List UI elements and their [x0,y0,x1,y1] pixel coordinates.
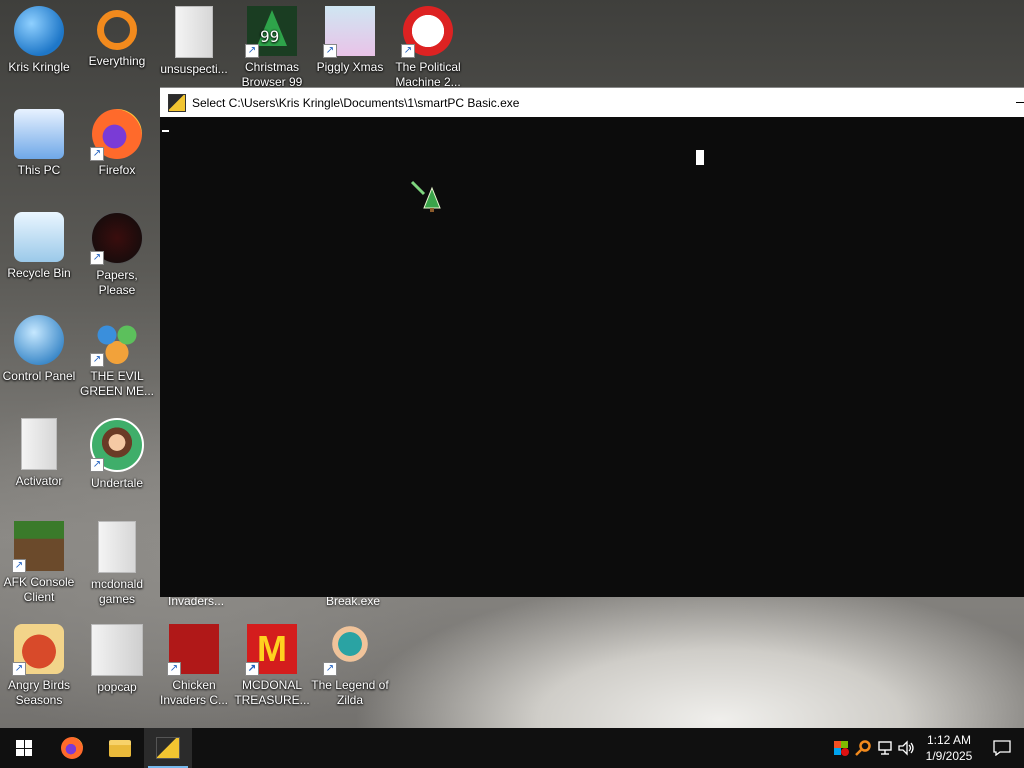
window-titlebar[interactable]: Select C:\Users\Kris Kringle\Documents\1… [160,88,1024,117]
network-icon[interactable] [874,728,896,768]
taskbar-firefox[interactable] [48,728,96,768]
folder-icon [91,624,143,676]
shortcut-arrow-icon: ↗ [12,662,26,676]
zilda-icon: ↗ [323,624,375,676]
windows-icon [16,740,32,756]
security-warning-icon[interactable] [830,728,852,768]
notification-icon [993,740,1011,756]
shortcut-arrow-icon: ↗ [401,44,415,58]
taskbar-file-explorer[interactable] [96,728,144,768]
everything-tray-icon[interactable] [852,728,874,768]
taskbar: 1:12 AM 1/9/2025 [0,728,1024,768]
text-cursor-block [696,150,704,165]
desktop-icon-papers-please[interactable]: ↗ Papers, Please [78,206,156,298]
desktop-icon-everything[interactable]: Everything [78,0,156,69]
desktop-icon-legend-of-zilda[interactable]: ↗ The Legend of Zilda [311,618,389,708]
folder-icon [109,739,131,757]
desktop-icon-control-panel[interactable]: Control Panel [0,309,78,384]
desktop-icon-firefox[interactable]: ↗ Firefox [78,103,156,178]
file-icon [21,418,57,470]
everything-tray-glyph [855,740,871,756]
action-center-button[interactable] [980,728,1024,768]
desktop-icon-mcdonald-games[interactable]: mcdonald games [78,515,156,607]
shortcut-arrow-icon: ↗ [323,44,337,58]
christmas-tree-cursor-icon [410,180,441,212]
user-folder-icon [14,6,64,56]
desktop-icon-chicken-invaders[interactable]: ↗ Chicken Invaders C... [155,618,233,708]
desktop-icon-mcdonal-treasure[interactable]: M ↗ MCDONAL TREASURE... [233,618,311,708]
papers-please-icon: ↗ [90,212,143,265]
shortcut-arrow-icon: ↗ [90,147,104,161]
desktop-icon-unsuspecti[interactable]: unsuspecti... [155,0,233,77]
christmas-tree-icon: 99 ↗ [245,6,297,58]
shortcut-arrow-icon: ↗ [90,353,104,367]
undertale-icon: ↗ [90,418,144,472]
desktop-icon-activator[interactable]: Activator [0,412,78,489]
computer-icon [14,109,64,159]
everything-search-icon [97,10,137,50]
desktop-icon-angry-birds-seasons[interactable]: ↗ Angry Birds Seasons [0,618,78,708]
svg-text:99: 99 [260,27,279,46]
desktop-icon-undertale[interactable]: ↗ Undertale [78,412,156,491]
control-panel-icon [14,315,64,365]
shortcut-arrow-icon: ↗ [12,559,26,573]
desktop-icon-afk-console-client[interactable]: ↗ AFK Console Client [0,515,78,605]
piggly-icon: ↗ [323,6,375,58]
desktop-icon-the-evil-green-me[interactable]: ↗ THE EVIL GREEN ME... [78,309,156,399]
folder-icon [98,521,136,573]
console-app-icon [156,737,180,759]
shortcut-arrow-icon: ↗ [245,662,259,676]
desktop-icon-political-machine[interactable]: ↗ The Political Machine 2... [389,0,467,90]
security-warning-glyph [834,741,849,756]
volume-glyph [898,740,914,756]
desktop-icon-christmas-browser[interactable]: 99 ↗ Christmas Browser 99 [233,0,311,90]
volume-icon[interactable] [896,728,918,768]
desktop-icon-popcap[interactable]: popcap [78,618,156,695]
taskbar-smartpc-basic[interactable] [144,728,192,768]
desktop-icon-recycle-bin[interactable]: Recycle Bin [0,206,78,281]
system-tray: 1:12 AM 1/9/2025 [830,728,1024,768]
window-title: Select C:\Users\Kris Kringle\Documents\1… [192,95,520,110]
desktop-icon-this-pc[interactable]: This PC [0,103,78,178]
network-glyph [878,741,892,755]
shortcut-arrow-icon: ↗ [245,44,259,58]
messenger-icon: ↗ [90,315,142,367]
desktop-icon-piggly-xmas[interactable]: ↗ Piggly Xmas [311,0,389,75]
console-area[interactable] [160,118,1024,597]
start-button[interactable] [0,728,48,768]
shortcut-arrow-icon: ↗ [323,662,337,676]
console-app-icon [168,93,186,112]
minimize-button[interactable] [1012,88,1024,117]
chicken-invaders-icon: ↗ [167,624,219,676]
taskbar-clock[interactable]: 1:12 AM 1/9/2025 [918,732,980,764]
political-icon: ↗ [401,6,453,58]
console-caret [162,130,169,132]
angry-birds-icon: ↗ [12,624,64,676]
console-window[interactable]: Select C:\Users\Kris Kringle\Documents\1… [160,87,1024,597]
clock-date: 1/9/2025 [925,749,973,763]
shortcut-arrow-icon: ↗ [167,662,181,676]
clock-time: 1:12 AM [926,733,972,747]
shortcut-arrow-icon: ↗ [90,251,104,265]
firefox-icon [61,737,83,759]
firefox-icon: ↗ [90,109,142,161]
mcdonalds-icon: M ↗ [245,624,297,676]
shortcut-arrow-icon: ↗ [90,458,104,472]
file-icon [175,6,213,58]
recycle-bin-icon [14,212,64,262]
minecraft-block-icon: ↗ [12,521,64,573]
desktop-icon-kris-kringle[interactable]: Kris Kringle [0,0,78,75]
